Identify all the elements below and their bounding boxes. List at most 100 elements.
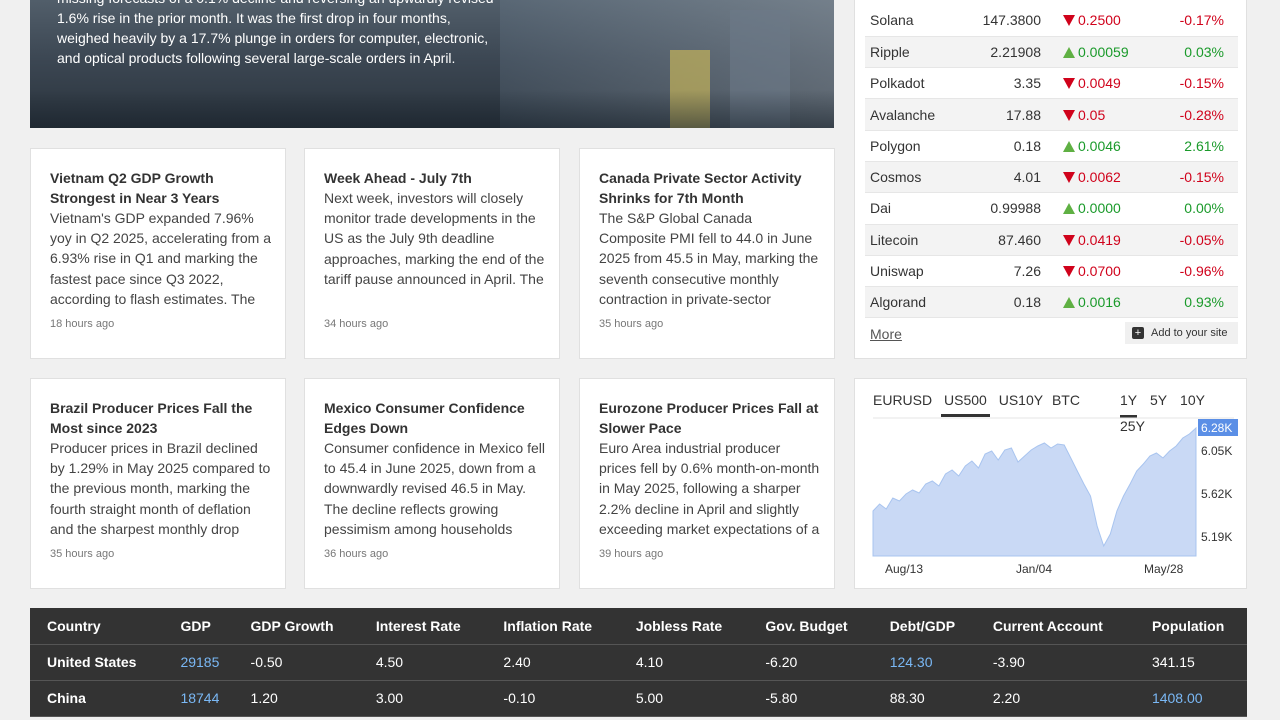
news-title[interactable]: Canada Private Sector Activity Shrinks f… <box>599 168 820 208</box>
column-header[interactable]: Interest Rate <box>358 608 487 645</box>
news-body: Producer prices in Brazil declined by 1.… <box>50 440 271 537</box>
crypto-change: 0.0016 <box>1041 286 1153 319</box>
crypto-row[interactable]: Polkadot 3.35 0.0049 -0.15% <box>865 67 1238 100</box>
news-title[interactable]: Eurozone Producer Prices Fall at Slower … <box>599 398 820 438</box>
hero-text-line: and optical products following several l… <box>57 50 456 66</box>
crypto-change-value: 0.0000 <box>1078 200 1121 217</box>
crypto-table: Solana 147.3800 0.2500 -0.17% Ripple 2.21908 0… <box>865 5 1238 319</box>
crypto-row[interactable]: Dai 0.99988 0.0000 0.00% <box>865 192 1238 225</box>
crypto-change-value: 0.0046 <box>1078 137 1121 154</box>
news-body: Next week, investors will closely monito… <box>324 190 545 287</box>
x-tick-label: May/28 <box>1144 562 1184 576</box>
crypto-change: 0.00059 <box>1041 36 1153 69</box>
crypto-change-pct: 0.03% <box>1153 36 1238 69</box>
news-card[interactable]: Week Ahead - July 7th Next week, investo… <box>304 148 560 359</box>
crypto-change: 0.0700 <box>1041 255 1153 288</box>
crypto-change: 0.0419 <box>1041 224 1153 256</box>
column-header[interactable]: Debt/GDP <box>872 608 976 645</box>
crypto-name[interactable]: Avalanche <box>865 98 955 131</box>
crypto-name[interactable]: Algorand <box>865 286 955 319</box>
column-header[interactable]: Gov. Budget <box>748 608 873 645</box>
crypto-row[interactable]: Litecoin 87.460 0.0419 -0.05% <box>865 224 1238 256</box>
hero-text-line: 1.6% rise in the prior month. It was the… <box>57 10 451 26</box>
news-title[interactable]: Mexico Consumer Confidence Edges Down <box>324 398 545 438</box>
table-cell: 2.20 <box>975 680 1135 717</box>
column-header[interactable]: Current Account <box>975 608 1135 645</box>
add-to-site-button[interactable]: + Add to your site <box>1125 322 1238 344</box>
crypto-row[interactable]: Cosmos 4.01 0.0062 -0.15% <box>865 161 1238 194</box>
news-title[interactable]: Vietnam Q2 GDP Growth Strongest in Near … <box>50 168 271 208</box>
crypto-price: 17.88 <box>955 98 1041 131</box>
crypto-panel: Solana 147.3800 0.2500 -0.17% Ripple 2.21908 0… <box>854 0 1247 359</box>
table-cell: 4.50 <box>358 644 487 681</box>
news-card[interactable]: Eurozone Producer Prices Fall at Slower … <box>579 378 835 589</box>
country-name-link[interactable]: China <box>30 680 164 717</box>
news-time: 36 hours ago <box>324 548 389 560</box>
news-card[interactable]: Mexico Consumer Confidence Edges Down Co… <box>304 378 560 589</box>
crypto-row[interactable]: Uniswap 7.26 0.0700 -0.96% <box>865 255 1238 288</box>
crypto-price: 0.18 <box>955 286 1041 319</box>
crypto-change-value: 0.2500 <box>1078 12 1121 29</box>
crypto-row[interactable]: Avalanche 17.88 0.05 -0.28% <box>865 98 1238 131</box>
area-chart[interactable]: 6.05K 5.62K 5.19K 6.28K Aug/13 Jan/04 May/28 <box>855 379 1248 590</box>
crypto-row[interactable]: Ripple 2.21908 0.00059 0.03% <box>865 36 1238 69</box>
crypto-name[interactable]: Ripple <box>865 36 955 69</box>
crypto-name[interactable]: Dai <box>865 192 955 225</box>
news-card[interactable]: Vietnam Q2 GDP Growth Strongest in Near … <box>30 148 286 359</box>
news-body: Vietnam's GDP expanded 7.96% yoy in Q2 2… <box>50 210 271 307</box>
crypto-change-pct: -0.96% <box>1153 255 1238 288</box>
column-header[interactable]: Jobless Rate <box>618 608 749 645</box>
crypto-change: 0.0062 <box>1041 161 1153 194</box>
crypto-name[interactable]: Litecoin <box>865 224 955 256</box>
crypto-change-pct: -0.17% <box>1153 5 1238 37</box>
table-cell: 4.10 <box>618 644 749 681</box>
table-cell-link[interactable]: 124.30 <box>872 644 976 681</box>
crypto-price: 7.26 <box>955 255 1041 288</box>
arrow-up-icon <box>1063 46 1075 58</box>
crypto-change-value: 0.0049 <box>1078 75 1121 92</box>
arrow-up-icon <box>1063 297 1075 309</box>
crypto-name[interactable]: Solana <box>865 5 955 37</box>
country-name-link[interactable]: United States <box>30 644 164 681</box>
more-link[interactable]: More <box>870 326 902 342</box>
hero-image[interactable]: missing forecasts of a 0.1% decline and … <box>30 0 834 128</box>
crypto-change-value: 0.05 <box>1078 106 1106 123</box>
news-time: 34 hours ago <box>324 318 389 330</box>
news-title[interactable]: Brazil Producer Prices Fall the Most sin… <box>50 398 271 438</box>
crypto-price: 0.18 <box>955 130 1041 162</box>
crypto-name[interactable]: Uniswap <box>865 255 955 288</box>
hero-text-line: weighed heavily by a 17.7% plunge in ord… <box>57 30 489 46</box>
crypto-change-value: 0.0062 <box>1078 169 1121 186</box>
y-tick-label: 5.19K <box>1201 530 1232 544</box>
crypto-price: 87.460 <box>955 224 1041 256</box>
crypto-change-value: 0.00059 <box>1078 43 1129 60</box>
news-card[interactable]: Canada Private Sector Activity Shrinks f… <box>579 148 835 359</box>
table-cell-link[interactable]: 18744 <box>163 680 234 717</box>
news-card[interactable]: Brazil Producer Prices Fall the Most sin… <box>30 378 286 589</box>
table-cell: 88.30 <box>872 680 976 717</box>
column-header[interactable]: GDP <box>163 608 234 645</box>
crypto-name[interactable]: Polygon <box>865 130 955 162</box>
column-header[interactable]: Population <box>1134 608 1247 645</box>
crypto-name[interactable]: Cosmos <box>865 161 955 194</box>
crypto-price: 4.01 <box>955 161 1041 194</box>
table-cell-link[interactable]: 29185 <box>163 644 234 681</box>
arrow-down-icon <box>1063 109 1075 121</box>
crypto-row[interactable]: Solana 147.3800 0.2500 -0.17% <box>865 5 1238 37</box>
crypto-price: 147.3800 <box>955 5 1041 37</box>
crypto-change-value: 0.0700 <box>1078 263 1121 280</box>
x-tick-label: Jan/04 <box>1016 562 1052 576</box>
add-to-site-label: Add to your site <box>1151 327 1228 339</box>
crypto-name[interactable]: Polkadot <box>865 67 955 100</box>
crypto-change: 0.05 <box>1041 98 1153 131</box>
table-cell-link[interactable]: 1408.00 <box>1134 680 1247 717</box>
news-title[interactable]: Week Ahead - July 7th <box>324 168 545 188</box>
news-body: The S&P Global Canada Composite PMI fell… <box>599 210 819 307</box>
crypto-row[interactable]: Algorand 0.18 0.0016 0.93% <box>865 286 1238 319</box>
column-header[interactable]: Country <box>30 608 164 645</box>
crypto-row[interactable]: Polygon 0.18 0.0046 2.61% <box>865 130 1238 162</box>
news-body: Euro Area industrial producer prices fel… <box>599 440 820 537</box>
column-header[interactable]: Inflation Rate <box>486 608 619 645</box>
arrow-up-icon <box>1063 203 1075 215</box>
column-header[interactable]: GDP Growth <box>233 608 359 645</box>
